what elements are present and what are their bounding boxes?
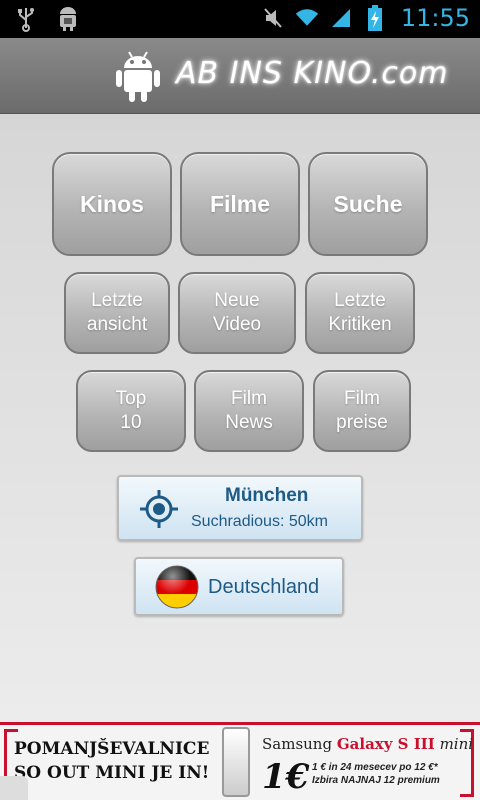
country-label: Deutschland <box>208 576 320 598</box>
ad-brand: Samsung <box>262 735 333 753</box>
ad-info-icon[interactable] <box>0 776 28 800</box>
top10-label: Top 10 <box>115 388 147 433</box>
suche-button[interactable]: Suche <box>308 152 428 256</box>
filme-button-label: Filme <box>209 190 271 217</box>
ad-headline-line1: POMANJŠEVALNICE <box>14 739 210 759</box>
signal-icon <box>329 5 353 31</box>
ad-product: Samsung Galaxy S III mini <box>262 735 473 753</box>
app-logo-text: AB INS KINO.com <box>176 56 449 91</box>
status-clock: 11:55 <box>400 4 470 32</box>
film-news-label: Film News <box>225 388 273 433</box>
film-preise-label: Film preise <box>336 388 388 433</box>
ad-price: 1€ <box>262 757 310 797</box>
letzte-kritiken-label: Letzte Kritiken <box>328 290 392 335</box>
suche-button-label: Suche <box>333 190 403 217</box>
location-city: München <box>225 485 309 506</box>
location-button[interactable]: München Suchradious: 50km <box>117 475 363 541</box>
film-preise-button[interactable]: Film preise <box>313 370 411 452</box>
main-content: Kinos Filme Suche Letzte ansicht Neue Vi… <box>0 114 480 722</box>
ad-fine-line2: Izbira NAJNAJ 12 premium <box>312 775 440 786</box>
location-radius: Suchradious: 50km <box>191 513 328 530</box>
kinos-button[interactable]: Kinos <box>52 152 172 256</box>
germany-flag-icon <box>155 565 199 614</box>
letzte-ansicht-label: Letzte ansicht <box>86 290 148 335</box>
ad-model: Galaxy S III <box>336 735 435 753</box>
app-header: AB INS KINO.com <box>0 38 480 114</box>
letzte-ansicht-button[interactable]: Letzte ansicht <box>64 272 170 354</box>
neue-video-button[interactable]: Neue Video <box>178 272 296 354</box>
usb-icon <box>14 6 38 32</box>
ad-headline-line2: SO OUT MINI JE IN! <box>14 763 210 783</box>
android-debug-icon <box>56 6 80 32</box>
country-button[interactable]: Deutschland <box>134 557 344 616</box>
kinos-button-label: Kinos <box>80 190 144 217</box>
status-bar: 11:55 <box>0 0 480 38</box>
top10-button[interactable]: Top 10 <box>76 370 186 452</box>
letzte-kritiken-button[interactable]: Letzte Kritiken <box>305 272 415 354</box>
ad-headline: POMANJŠEVALNICE SO OUT MINI JE IN! <box>14 737 209 785</box>
ad-banner[interactable]: POMANJŠEVALNICE SO OUT MINI JE IN! Samsu… <box>0 722 480 800</box>
ad-phone-image <box>222 727 250 797</box>
ad-fine-line1: 1 € in 24 mesecev po 12 €* <box>312 762 438 773</box>
ad-model-suffix: mini <box>439 735 474 753</box>
neue-video-label: Neue Video <box>212 290 262 335</box>
android-logo-icon <box>114 48 162 104</box>
filme-button[interactable]: Filme <box>180 152 300 256</box>
film-news-button[interactable]: Film News <box>194 370 304 452</box>
crosshair-icon <box>139 489 179 534</box>
battery-charging-icon <box>363 5 387 31</box>
ad-fine-print: 1 € in 24 mesecev po 12 €* Izbira NAJNAJ… <box>312 761 440 787</box>
mute-icon <box>261 5 285 31</box>
wifi-icon <box>295 5 319 31</box>
